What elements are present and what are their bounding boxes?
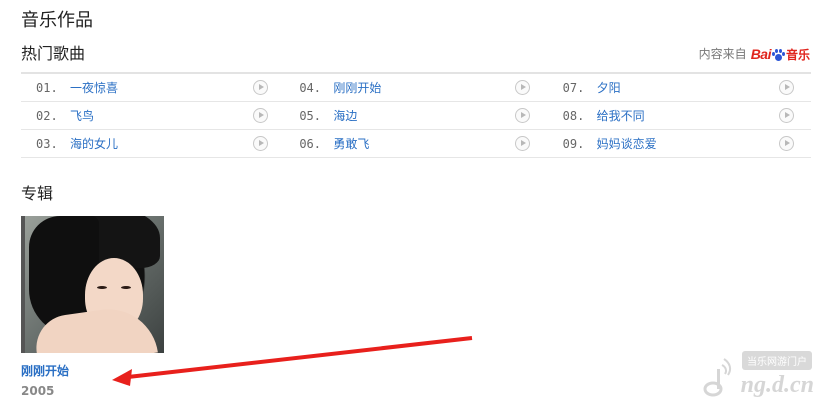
- watermark-logo: ng.d.cn: [740, 372, 814, 398]
- annotation-arrow: [112, 336, 473, 386]
- watermark-badge: 当乐网游门户: [742, 351, 812, 370]
- site-watermark: 当乐网游门户 ng.d.cn: [698, 349, 818, 401]
- music-note-icon: [703, 358, 732, 397]
- arrow-head: [112, 369, 132, 386]
- arrow-shaft: [127, 336, 473, 379]
